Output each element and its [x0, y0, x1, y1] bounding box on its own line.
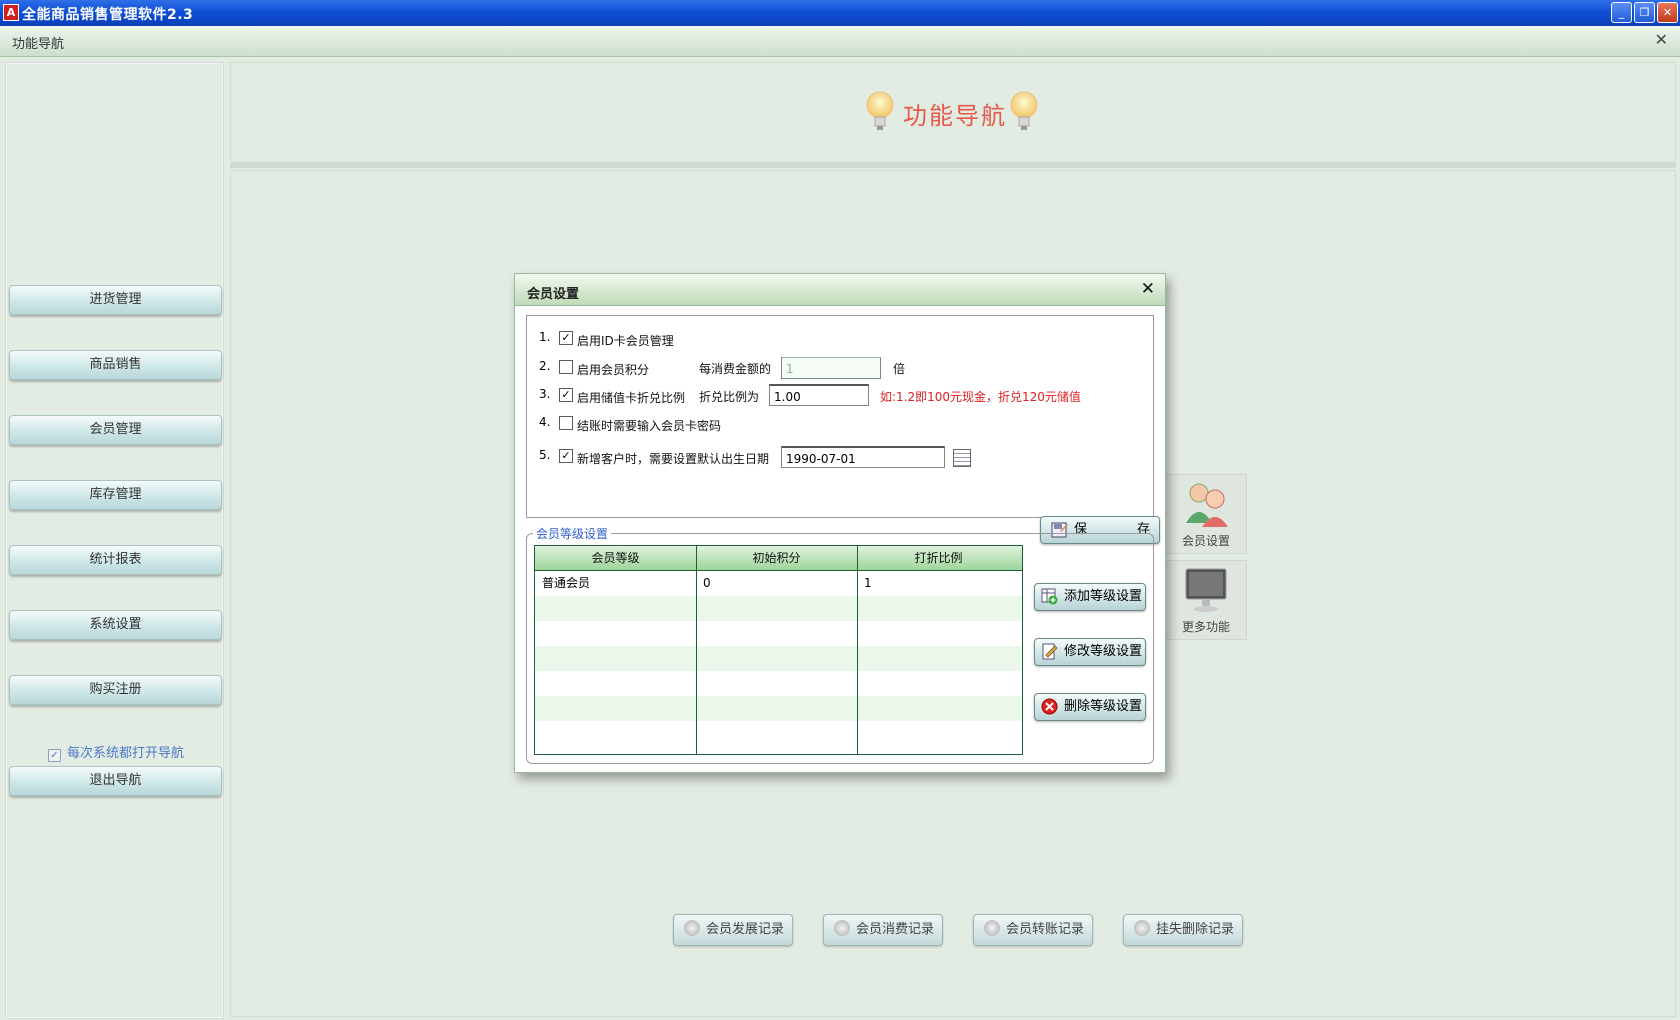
- column-header-level[interactable]: 会员等级: [535, 546, 696, 570]
- member-points-checkbox[interactable]: [559, 360, 573, 374]
- column-header-initial-points[interactable]: 初始积分: [696, 546, 857, 570]
- dialog-titlebar: 会员设置 ✕: [515, 274, 1165, 306]
- sidebar-item-members[interactable]: 会员管理: [9, 415, 222, 445]
- member-settings-tile[interactable]: 会员设置: [1165, 474, 1247, 554]
- table-row-empty: [535, 596, 1022, 621]
- add-level-button[interactable]: 添加等级设置: [1034, 583, 1146, 611]
- column-divider: [696, 546, 697, 754]
- table-row-empty: [535, 696, 1022, 721]
- column-header-discount[interactable]: 打折比例: [857, 546, 1020, 570]
- member-level-table: 会员等级 初始积分 打折比例 普通会员 0 1: [534, 545, 1023, 755]
- member-level-legend: 会员等级设置: [533, 525, 612, 542]
- record-icon: [1134, 920, 1150, 936]
- multiplier-suffix: 倍: [893, 362, 906, 376]
- close-window-button[interactable]: ✕: [1657, 2, 1678, 23]
- member-growth-record-button[interactable]: 会员发展记录: [673, 914, 793, 946]
- more-functions-label: 更多功能: [1181, 620, 1230, 634]
- table-cell: 1: [864, 576, 872, 590]
- more-functions-tile[interactable]: 更多功能: [1165, 560, 1247, 640]
- record-icon: [684, 920, 700, 936]
- table-row-empty: [535, 671, 1022, 696]
- column-divider: [857, 546, 858, 754]
- ratio-input[interactable]: 1.00: [769, 384, 869, 406]
- lightbulb-icon: [866, 91, 894, 130]
- dialog-close-icon[interactable]: ✕: [1141, 279, 1155, 299]
- per-spend-label: 每消费金额的: [699, 362, 772, 376]
- member-settings-label: 会员设置: [1181, 534, 1230, 548]
- minimize-button[interactable]: _: [1611, 2, 1632, 23]
- id-card-checkbox[interactable]: ✓: [559, 331, 573, 345]
- sidebar-item-reports[interactable]: 统计报表: [9, 545, 222, 575]
- nav-close-icon[interactable]: ✕: [1655, 30, 1668, 49]
- lightbulb-icon: [1010, 91, 1038, 130]
- loss-delete-record-button[interactable]: 挂失删除记录: [1123, 914, 1243, 946]
- table-header: 会员等级 初始积分 打折比例: [535, 546, 1022, 571]
- sidebar-item-purchase[interactable]: 进货管理: [9, 285, 222, 315]
- setting-number: 5.: [539, 448, 551, 462]
- setting-number: 4.: [539, 415, 551, 429]
- member-consume-record-button[interactable]: 会员消费记录: [823, 914, 943, 946]
- card-password-checkbox[interactable]: [559, 416, 573, 430]
- app-logo-icon: A: [3, 4, 19, 21]
- sidebar-item-inventory[interactable]: 库存管理: [9, 480, 222, 510]
- member-points-label: 启用会员积分: [577, 363, 650, 377]
- table-row[interactable]: 普通会员 0 1: [535, 571, 1022, 596]
- open-nav-checkbox[interactable]: ✓: [48, 749, 61, 762]
- open-nav-label: 每次系统都打开导航: [67, 746, 185, 761]
- setting-number: 3.: [539, 387, 551, 401]
- stored-value-ratio-label: 启用储值卡折兑比例: [577, 391, 686, 405]
- dialog-title: 会员设置: [527, 287, 580, 302]
- page-title: 功能导航: [903, 102, 1007, 130]
- delete-level-button[interactable]: 删除等级设置: [1034, 693, 1146, 721]
- table-cell: 普通会员: [542, 576, 591, 590]
- default-birthday-label: 新增客户时，需要设置默认出生日期: [577, 452, 770, 466]
- member-settings-dialog: 会员设置 ✕ 1. ✓ 启用ID卡会员管理 2. 启用会员积分 每消费金额的 1…: [514, 273, 1166, 773]
- record-icon: [984, 920, 1000, 936]
- monitor-icon: [1185, 568, 1227, 612]
- settings-box: 1. ✓ 启用ID卡会员管理 2. 启用会员积分 每消费金额的 1 倍 3. ✓…: [526, 315, 1160, 544]
- record-icon: [834, 920, 850, 936]
- loss-delete-record-label: 挂失删除记录: [1156, 922, 1235, 937]
- window-title: 全能商品销售管理软件2.3: [22, 7, 194, 23]
- window-titlebar: A 全能商品销售管理软件2.3 _ ❐ ✕: [0, 0, 1680, 26]
- table-row-empty: [535, 621, 1022, 646]
- members-icon: [1186, 483, 1228, 527]
- setting-number: 2.: [539, 359, 551, 373]
- add-level-label: 添加等级设置: [1064, 589, 1143, 604]
- delete-level-label: 删除等级设置: [1064, 699, 1143, 714]
- table-cell: 0: [703, 576, 711, 590]
- sidebar-item-sales[interactable]: 商品销售: [9, 350, 222, 380]
- default-birthday-checkbox[interactable]: ✓: [559, 449, 573, 463]
- birthday-date-input[interactable]: 1990-07-01: [781, 446, 945, 468]
- exit-nav-button[interactable]: 退出导航: [9, 766, 222, 796]
- ratio-label: 折兑比例为: [699, 390, 760, 404]
- sidebar-item-settings[interactable]: 系统设置: [9, 610, 222, 640]
- member-consume-record-label: 会员消费记录: [856, 922, 935, 937]
- member-growth-record-label: 会员发展记录: [706, 922, 785, 937]
- table-row-empty: [535, 721, 1022, 746]
- restore-button[interactable]: ❐: [1634, 2, 1655, 23]
- table-row-empty: [535, 646, 1022, 671]
- id-card-label: 启用ID卡会员管理: [577, 334, 674, 348]
- edit-level-button[interactable]: 修改等级设置: [1034, 638, 1146, 666]
- delete-icon: [1041, 698, 1058, 715]
- calendar-icon[interactable]: [953, 449, 971, 467]
- stored-value-ratio-checkbox[interactable]: ✓: [559, 388, 573, 402]
- header-divider: [230, 162, 1676, 168]
- member-transfer-record-label: 会员转账记录: [1006, 922, 1085, 937]
- member-transfer-record-button[interactable]: 会员转账记录: [973, 914, 1093, 946]
- edit-icon: [1042, 643, 1058, 660]
- setting-number: 1.: [539, 330, 551, 344]
- sidebar-item-register[interactable]: 购买注册: [9, 675, 222, 705]
- open-nav-every-time-option[interactable]: ✓ 每次系统都打开导航: [48, 742, 184, 762]
- sidebar: 进货管理 商品销售 会员管理 库存管理 统计报表 系统设置 购买注册 ✓ 每次系统…: [5, 62, 224, 1019]
- add-table-icon: [1041, 588, 1058, 605]
- ratio-example-note: 如:1.2即100元现金，折兑120元储值: [880, 390, 1081, 404]
- card-password-label: 结账时需要输入会员卡密码: [577, 419, 722, 433]
- points-multiplier-input[interactable]: 1: [781, 357, 881, 379]
- nav-header-bar: 功能导航 ✕: [0, 26, 1680, 57]
- nav-bar-title: 功能导航: [12, 37, 65, 52]
- edit-level-label: 修改等级设置: [1064, 644, 1143, 659]
